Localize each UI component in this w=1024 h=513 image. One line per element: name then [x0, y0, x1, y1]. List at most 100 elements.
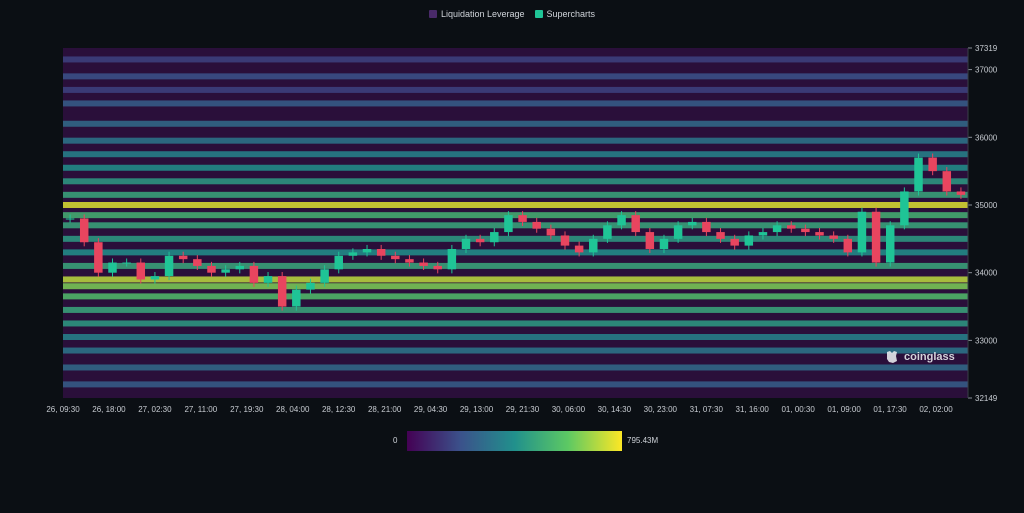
x-axis-tick-label: 01, 09:00: [827, 405, 861, 414]
watermark-text: coinglass: [904, 351, 955, 363]
price-candle-body: [136, 262, 146, 280]
price-candle-body: [94, 242, 103, 273]
heat-band: [63, 86, 968, 93]
heat-band: [63, 137, 968, 144]
price-candle-body: [518, 215, 527, 222]
price-candle-body: [900, 191, 909, 226]
y-axis-tick-label: 37000: [975, 66, 998, 75]
y-axis-tick-label: 37319: [975, 44, 998, 53]
heat-band: [63, 293, 968, 300]
heat-band: [63, 283, 968, 290]
x-axis-tick-label: 01, 00:30: [781, 405, 815, 414]
heat-band: [63, 201, 968, 208]
price-candle-body: [716, 232, 725, 239]
price-candle-body: [914, 157, 923, 192]
x-axis-tick-label: 28, 21:00: [368, 405, 402, 414]
price-candle-body: [362, 248, 372, 253]
x-axis-tick-label: 28, 12:30: [322, 405, 356, 414]
price-candle-body: [617, 215, 626, 226]
heat-band: [63, 151, 968, 158]
heat-band: [63, 381, 968, 388]
price-candle-body: [758, 232, 768, 236]
x-axis-tick-label: 27, 19:30: [230, 405, 264, 414]
heat-band: [63, 334, 968, 341]
price-candle-body: [108, 262, 117, 273]
price-candle-body: [688, 221, 697, 226]
price-candle-body: [659, 238, 669, 249]
heat-band: [63, 164, 968, 171]
price-candle-body: [249, 265, 259, 283]
price-candle-body: [772, 225, 782, 233]
price-candle-body: [956, 191, 966, 195]
x-axis-tick-label: 28, 04:00: [276, 405, 310, 414]
color-scale-gradient[interactable]: [407, 431, 622, 451]
price-candle-body: [744, 235, 754, 246]
heat-band: [63, 347, 968, 354]
price-candle-body: [447, 248, 457, 270]
x-axis-tick-label: 01, 17:30: [873, 405, 907, 414]
heat-band: [63, 120, 968, 127]
price-candle-body: [673, 225, 683, 239]
price-candle-body: [433, 265, 442, 270]
price-candle-body: [164, 255, 174, 277]
heat-band: [63, 56, 968, 63]
heat-band: [63, 320, 968, 327]
price-candle-body: [65, 218, 75, 220]
y-axis-tick-label: 33000: [975, 336, 998, 345]
price-candle-body: [815, 232, 824, 236]
price-candle-body: [79, 218, 89, 243]
price-candle-body: [461, 238, 471, 249]
price-candle-body: [334, 255, 343, 270]
price-candle-body: [801, 228, 810, 233]
y-axis-tick-label: 34000: [975, 269, 998, 278]
heat-band: [63, 191, 968, 198]
price-candle-body: [730, 238, 739, 246]
heat-band: [63, 276, 968, 283]
price-candle-body: [787, 225, 796, 229]
price-candle-body: [320, 269, 329, 283]
price-candle-body: [306, 282, 315, 290]
price-candle-body: [871, 211, 881, 263]
x-axis-tick-label: 31, 07:30: [690, 405, 724, 414]
price-candle-body: [589, 238, 598, 253]
price-candle-body: [193, 259, 202, 266]
price-candle-body: [277, 276, 287, 307]
price-candle-body: [490, 232, 499, 243]
price-candle-body: [645, 232, 655, 249]
heat-band: [63, 178, 968, 185]
coinglass-logo-icon: [884, 349, 900, 365]
coinglass-watermark: coinglass: [884, 349, 955, 365]
price-candle-body: [574, 245, 584, 253]
price-candle-body: [942, 171, 952, 192]
heat-band: [63, 249, 968, 256]
price-candle-body: [221, 269, 230, 273]
price-candle-body: [928, 157, 937, 172]
price-candle-body: [603, 225, 612, 239]
price-candle-body: [292, 289, 301, 307]
price-candle-body: [235, 265, 244, 270]
x-axis-tick-label: 29, 21:30: [506, 405, 540, 414]
heat-band: [63, 306, 968, 313]
x-axis-tick-label: 02, 02:00: [919, 405, 953, 414]
price-candle-body: [546, 228, 556, 236]
heat-band: [63, 212, 968, 219]
price-candle-body: [207, 265, 216, 273]
heat-band: [63, 364, 968, 371]
x-axis-tick-label: 30, 14:30: [598, 405, 632, 414]
price-candle-body: [348, 252, 358, 256]
color-scale-min-label: 0: [393, 436, 398, 445]
price-candle-body: [504, 215, 513, 233]
price-candle-body: [475, 238, 485, 243]
x-axis-tick-label: 29, 04:30: [414, 405, 448, 414]
color-scale: 0 795.43M: [0, 429, 1024, 453]
price-candle-body: [263, 276, 273, 283]
price-candle-body: [532, 221, 541, 229]
x-axis-tick-label: 27, 02:30: [138, 405, 172, 414]
x-axis-tick-label: 26, 18:00: [92, 405, 126, 414]
y-axis-tick-label: 32149: [975, 394, 998, 403]
x-axis-tick-label: 29, 13:00: [460, 405, 494, 414]
price-candle-body: [122, 262, 131, 264]
x-axis-tick-label: 30, 23:00: [644, 405, 678, 414]
color-scale-max-label: 795.43M: [627, 436, 659, 445]
price-candle-body: [702, 221, 711, 233]
